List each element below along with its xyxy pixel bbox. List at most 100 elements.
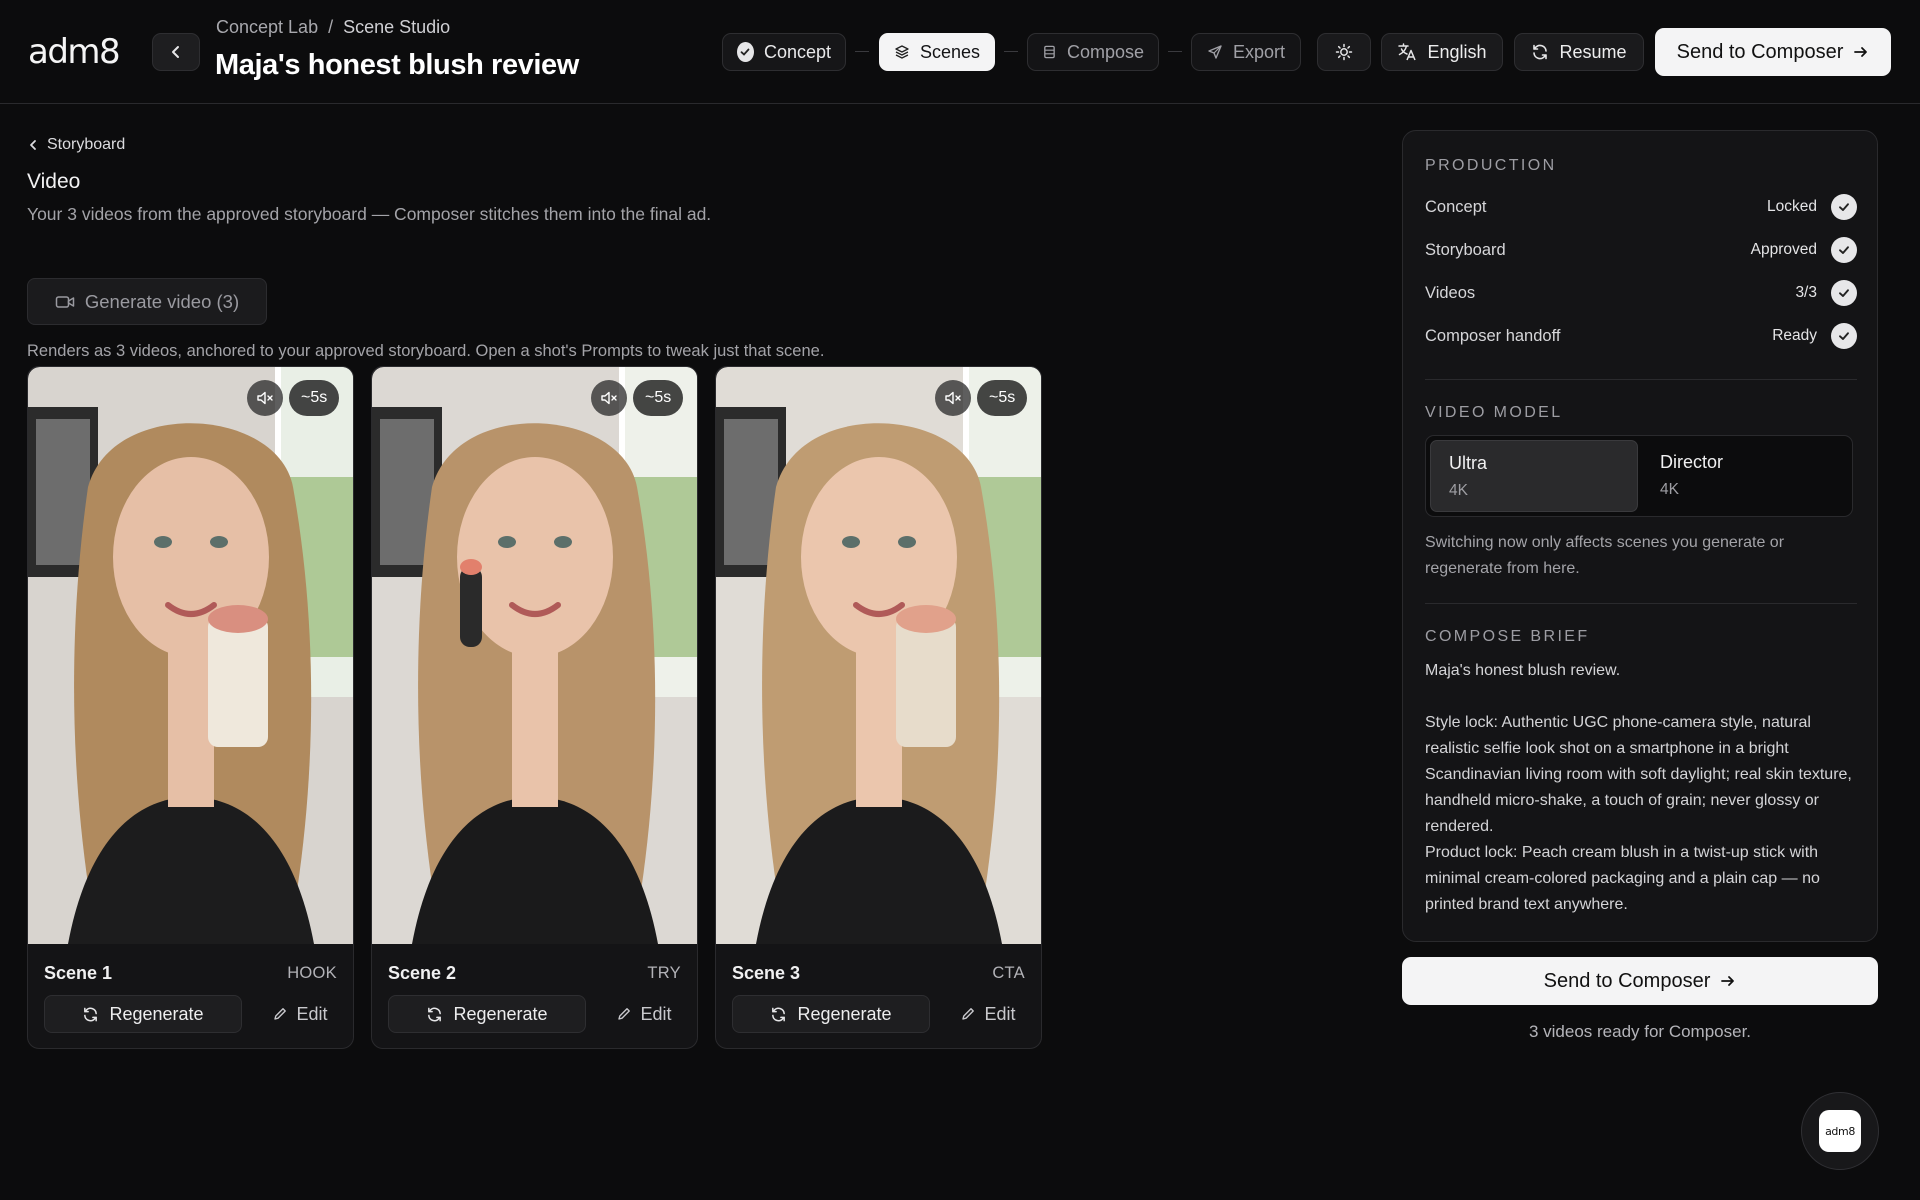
- edit-button[interactable]: Edit: [604, 995, 684, 1033]
- step-compose[interactable]: Compose: [1027, 33, 1159, 71]
- scene-name: Scene 1: [44, 963, 113, 983]
- duration-badge: ~5s: [289, 380, 340, 416]
- theme-toggle-button[interactable]: [1317, 33, 1371, 71]
- step-scenes-label: Scenes: [919, 41, 980, 62]
- scene-card[interactable]: ~5s Scene 1 HOOK Regenerate Edit: [27, 366, 354, 1049]
- regenerate-button[interactable]: Regenerate: [44, 995, 242, 1033]
- mute-button[interactable]: [935, 380, 971, 416]
- check-circle-icon: [737, 42, 754, 62]
- ready-note: 3 videos ready for Composer.: [1528, 1022, 1752, 1041]
- edit-label: Edit: [984, 1003, 1016, 1024]
- section-description: Your 3 videos from the approved storyboa…: [27, 204, 712, 224]
- production-label: Composer handoff: [1425, 326, 1561, 345]
- video-model-toggle: Ultra 4K Director 4K: [1425, 435, 1853, 517]
- production-heading: PRODUCTION: [1425, 157, 1557, 174]
- breadcrumb-concept-lab[interactable]: Concept Lab: [216, 17, 318, 38]
- video-model-heading: VIDEO MODEL: [1425, 404, 1563, 421]
- step-export[interactable]: Export: [1191, 33, 1301, 71]
- scene-card[interactable]: ~5s Scene 2 TRY Regenerate Edit: [371, 366, 698, 1049]
- generate-video-label: Generate video (3): [84, 290, 240, 312]
- fab-logo: adm8: [1819, 1110, 1861, 1152]
- refresh-icon: [84, 1007, 98, 1021]
- pencil-icon: [618, 1008, 631, 1020]
- send-icon: [1208, 45, 1222, 59]
- model-name: Ultra: [1449, 453, 1488, 473]
- scene-video-thumbnail[interactable]: [372, 367, 697, 944]
- regenerate-button[interactable]: Regenerate: [732, 995, 930, 1033]
- check-circle-icon: [1831, 280, 1857, 306]
- check-circle-icon: [1831, 194, 1857, 220]
- scene-tag: HOOK: [287, 964, 337, 982]
- film-icon: [1044, 45, 1055, 59]
- mute-icon: [945, 391, 961, 405]
- step-concept-label: Concept: [763, 41, 831, 62]
- layers-icon: [895, 45, 909, 59]
- scene-tag: CTA: [992, 964, 1025, 982]
- pencil-icon: [962, 1008, 975, 1020]
- assistant-fab[interactable]: adm8: [1801, 1092, 1879, 1170]
- storyboard-back-link[interactable]: Storyboard: [27, 132, 125, 158]
- brief-product-lock: Product lock: Peach cream blush in a twi…: [1425, 844, 1820, 913]
- pencil-icon: [274, 1008, 287, 1020]
- check-circle-icon: [1831, 323, 1857, 349]
- duration-badge: ~5s: [633, 380, 684, 416]
- step-compose-label: Compose: [1066, 41, 1144, 62]
- scene-video-thumbnail[interactable]: [716, 367, 1041, 944]
- production-row-concept: Concept Locked: [1425, 192, 1857, 222]
- production-panel: PRODUCTION Concept Locked Storyboard App…: [1402, 130, 1878, 942]
- divider: [1425, 379, 1857, 380]
- mute-icon: [601, 391, 617, 405]
- mute-button[interactable]: [591, 380, 627, 416]
- chevron-left-icon: [172, 46, 179, 58]
- duration-badge: ~5s: [977, 380, 1028, 416]
- production-row-storyboard: Storyboard Approved: [1425, 235, 1857, 265]
- step-concept[interactable]: Concept: [722, 33, 846, 71]
- sun-icon: [1335, 43, 1353, 61]
- breadcrumb: Concept Lab / Scene Studio: [216, 17, 450, 38]
- production-label: Storyboard: [1425, 240, 1506, 259]
- arrow-right-icon: [1721, 976, 1735, 986]
- scene-tag: TRY: [647, 964, 681, 982]
- model-name: Director: [1660, 452, 1724, 472]
- send-to-composer-footer-button[interactable]: Send to Composer: [1402, 957, 1878, 1005]
- model-option-ultra[interactable]: Ultra 4K: [1430, 440, 1638, 512]
- edit-button[interactable]: Edit: [260, 995, 340, 1033]
- edit-button[interactable]: Edit: [948, 995, 1028, 1033]
- regenerate-label: Regenerate: [453, 1003, 548, 1024]
- regenerate-label: Regenerate: [797, 1003, 892, 1024]
- regenerate-button[interactable]: Regenerate: [388, 995, 586, 1033]
- step-scenes[interactable]: Scenes: [879, 33, 995, 71]
- back-button[interactable]: [152, 33, 200, 71]
- production-status: Approved: [1750, 241, 1817, 258]
- video-camera-icon: [55, 295, 75, 308]
- model-note: Switching now only affects scenes you ge…: [1425, 534, 1785, 577]
- production-status: Locked: [1767, 198, 1817, 215]
- breadcrumb-current: Scene Studio: [343, 17, 451, 37]
- arrow-right-icon: [1854, 47, 1868, 57]
- model-resolution: 4K: [1660, 481, 1679, 498]
- top-bar: adm8 Concept Lab / Scene Studio Maja's h…: [0, 0, 1920, 104]
- scene-video-thumbnail[interactable]: [28, 367, 353, 944]
- send-to-composer-label: Send to Composer: [1676, 40, 1844, 63]
- divider: [1425, 603, 1857, 604]
- chevron-left-icon: [30, 140, 36, 150]
- resume-label: Resume: [1559, 41, 1627, 62]
- language-button[interactable]: English: [1381, 33, 1503, 71]
- mute-button[interactable]: [247, 380, 283, 416]
- compose-brief: Maja's honest blush review. Style lock: …: [1425, 658, 1857, 918]
- page-title: Maja's honest blush review: [215, 49, 579, 81]
- model-option-director[interactable]: Director 4K: [1642, 440, 1850, 512]
- production-status: 3/3: [1795, 284, 1817, 301]
- send-to-composer-button[interactable]: Send to Composer: [1655, 28, 1891, 76]
- app-logo[interactable]: adm8: [28, 32, 121, 72]
- regenerate-label: Regenerate: [109, 1003, 204, 1024]
- resume-button[interactable]: Resume: [1514, 33, 1644, 71]
- section-title: Video: [27, 170, 81, 193]
- scene-name: Scene 2: [388, 963, 457, 983]
- brief-intro: Maja's honest blush review.: [1425, 662, 1621, 679]
- scene-card[interactable]: ~5s Scene 3 CTA Regenerate Edit: [715, 366, 1042, 1049]
- brief-style-lock: Style lock: Authentic UGC phone-camera s…: [1425, 714, 1852, 835]
- send-to-composer-footer-label: Send to Composer: [1543, 969, 1711, 992]
- refresh-icon: [428, 1007, 442, 1021]
- generate-video-button[interactable]: Generate video (3): [27, 278, 267, 325]
